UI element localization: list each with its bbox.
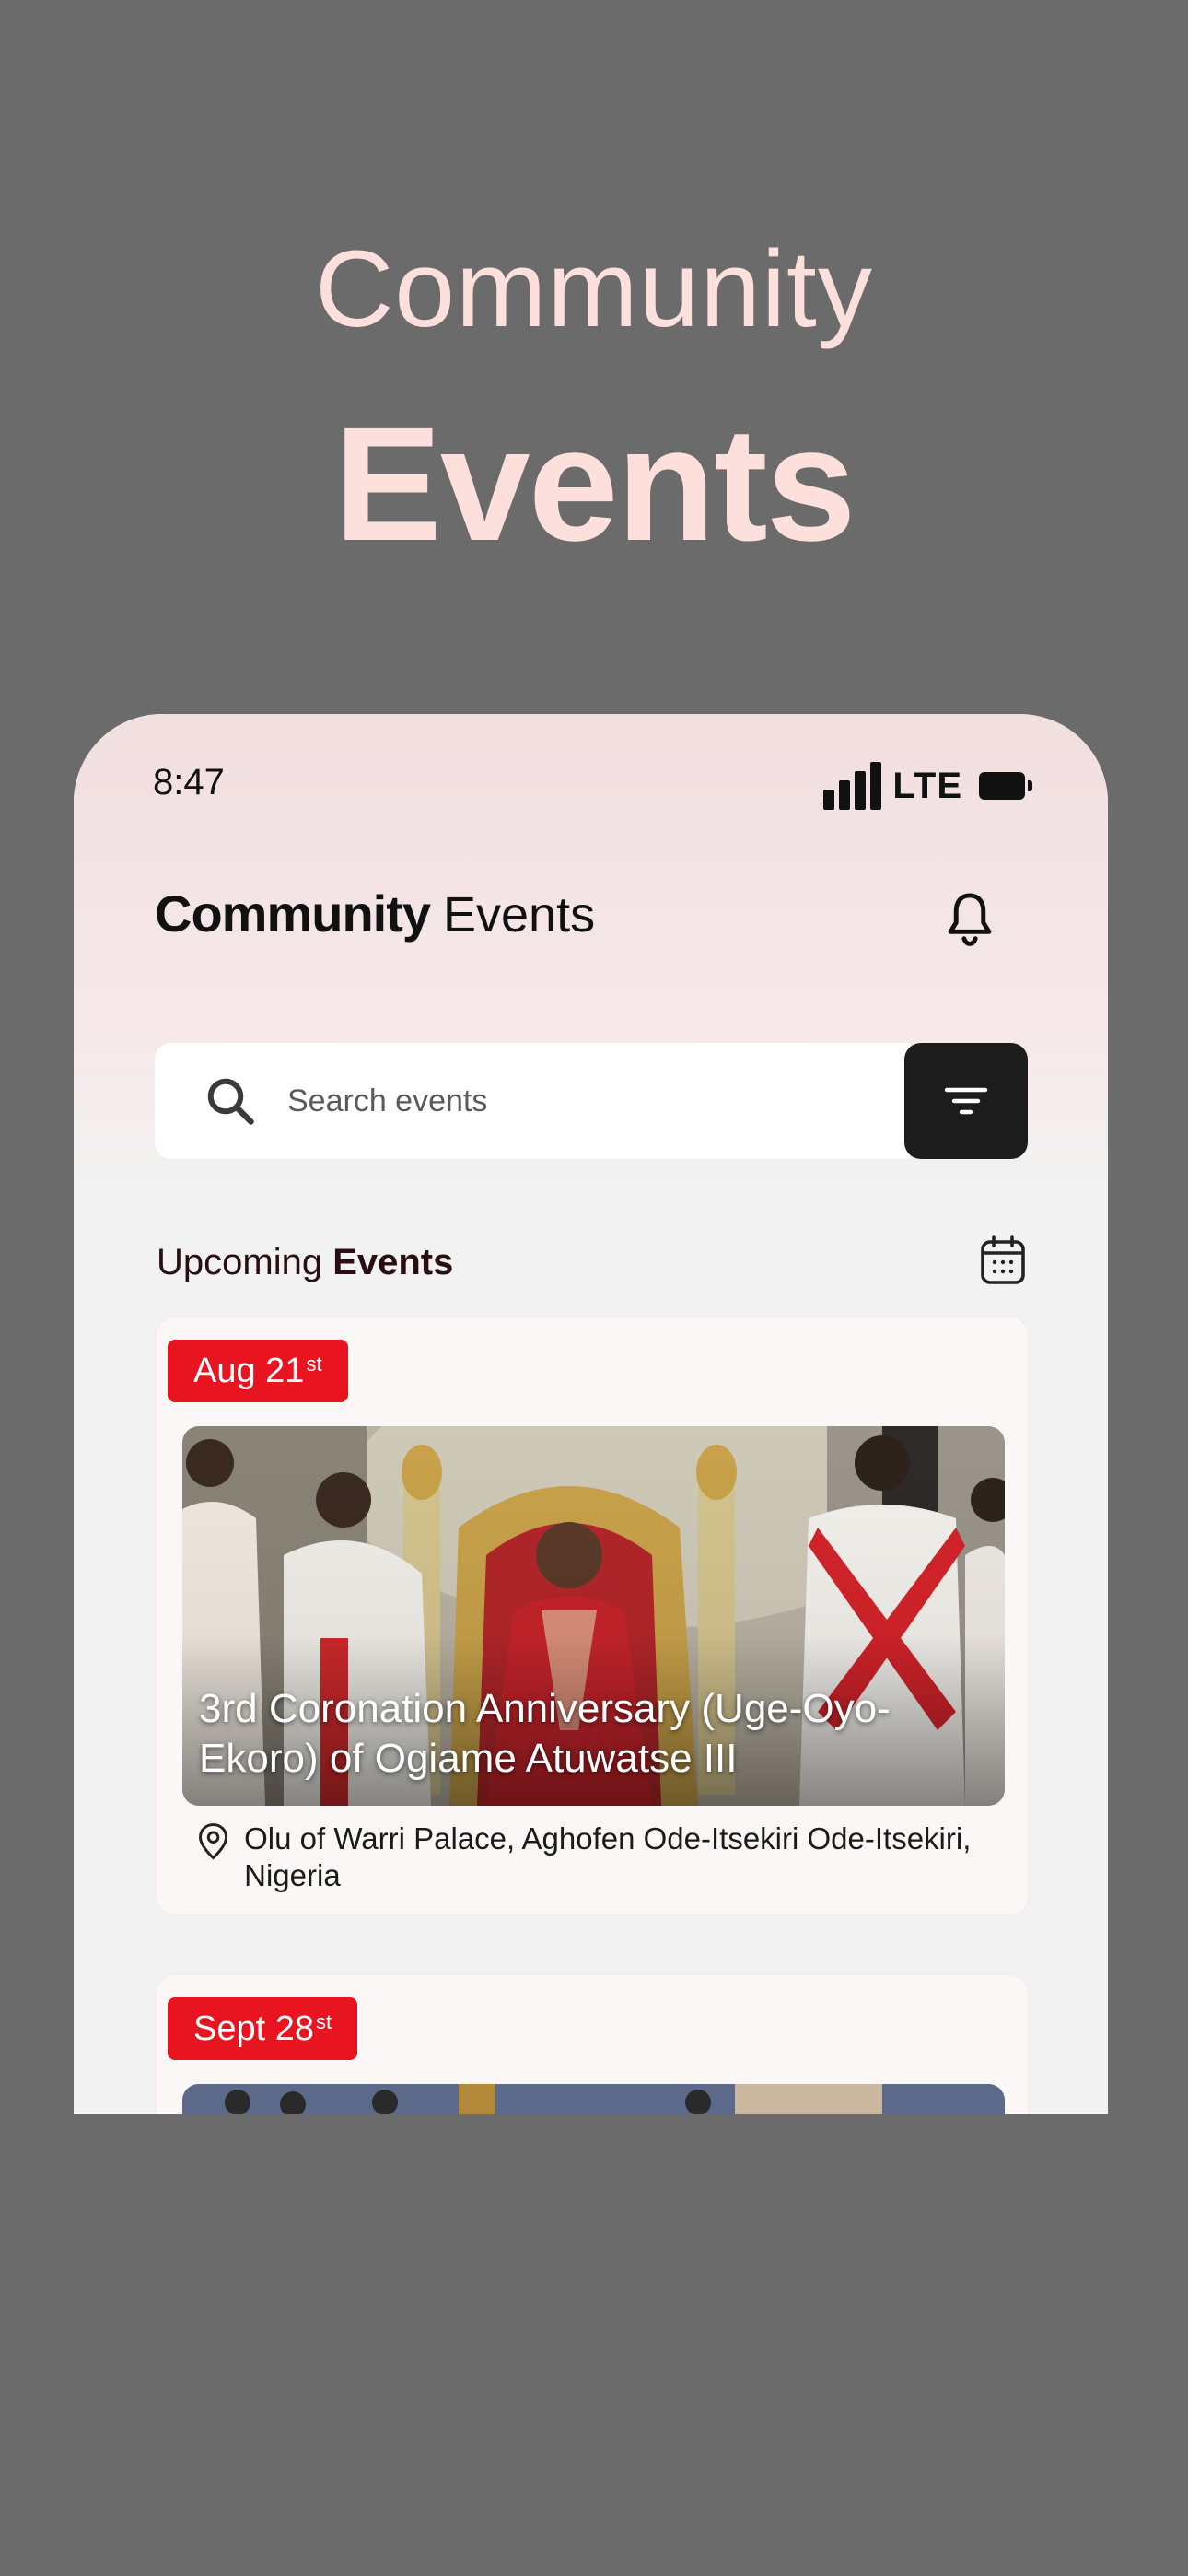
phone-screen: 8:47 LTE Community Events Upcoming Ev	[74, 714, 1108, 2114]
battery-icon	[979, 772, 1032, 800]
location-text: Olu of Warri Palace, Aghofen Ode-Itsekir…	[244, 1821, 972, 1892]
app-title-suffix: Events	[443, 887, 596, 943]
event-image: 3rd Coronation Anniversary (Uge-Oyo-Ekor…	[182, 1426, 1005, 1806]
event-title: 3rd Coronation Anniversary (Uge-Oyo-Ekor…	[199, 1686, 891, 1781]
search-icon	[207, 1078, 254, 1125]
event-date-suffix: st	[306, 1352, 322, 1376]
event-date: Sept 28	[193, 2008, 314, 2048]
date-badge: Sept 28st	[168, 1997, 358, 2060]
event-card[interactable]: Aug 21st 3rd Coronation Anniversary (Uge…	[155, 1316, 1030, 1916]
app-brand: Community	[155, 884, 431, 943]
event-card[interactable]: Sept 28st	[155, 1973, 1030, 2114]
event-date-suffix: st	[316, 2010, 332, 2033]
section-label-regular: Upcoming	[157, 1242, 323, 1282]
event-date: Aug 21	[193, 1351, 305, 1390]
location-pin-icon	[199, 1823, 228, 1860]
status-indicators: LTE	[823, 762, 1032, 810]
filter-icon	[944, 1087, 988, 1115]
calendar-icon	[981, 1235, 1025, 1284]
app-title: Community Events	[155, 884, 595, 943]
search-bar	[155, 1043, 910, 1159]
event-location: Olu of Warri Palace, Aghofen Ode-Itsekir…	[197, 1821, 974, 1894]
event-photo	[182, 2084, 1005, 2114]
search-input[interactable]	[285, 1082, 842, 1120]
section-label-bold: Events	[332, 1242, 454, 1282]
event-image	[182, 2084, 1005, 2114]
bell-icon	[948, 893, 992, 946]
promo-line-events: Events	[333, 394, 856, 575]
filter-button[interactable]	[904, 1043, 1028, 1159]
promo-line-community: Community	[315, 228, 873, 350]
notifications-button[interactable]	[935, 885, 1005, 955]
background-bottom	[0, 2114, 1188, 2576]
network-label: LTE	[892, 765, 962, 806]
section-heading: Upcoming Events	[157, 1242, 453, 1283]
status-time: 8:47	[153, 762, 225, 802]
calendar-button[interactable]	[979, 1235, 1027, 1286]
signal-icon	[823, 762, 882, 810]
date-badge: Aug 21st	[168, 1340, 348, 1402]
